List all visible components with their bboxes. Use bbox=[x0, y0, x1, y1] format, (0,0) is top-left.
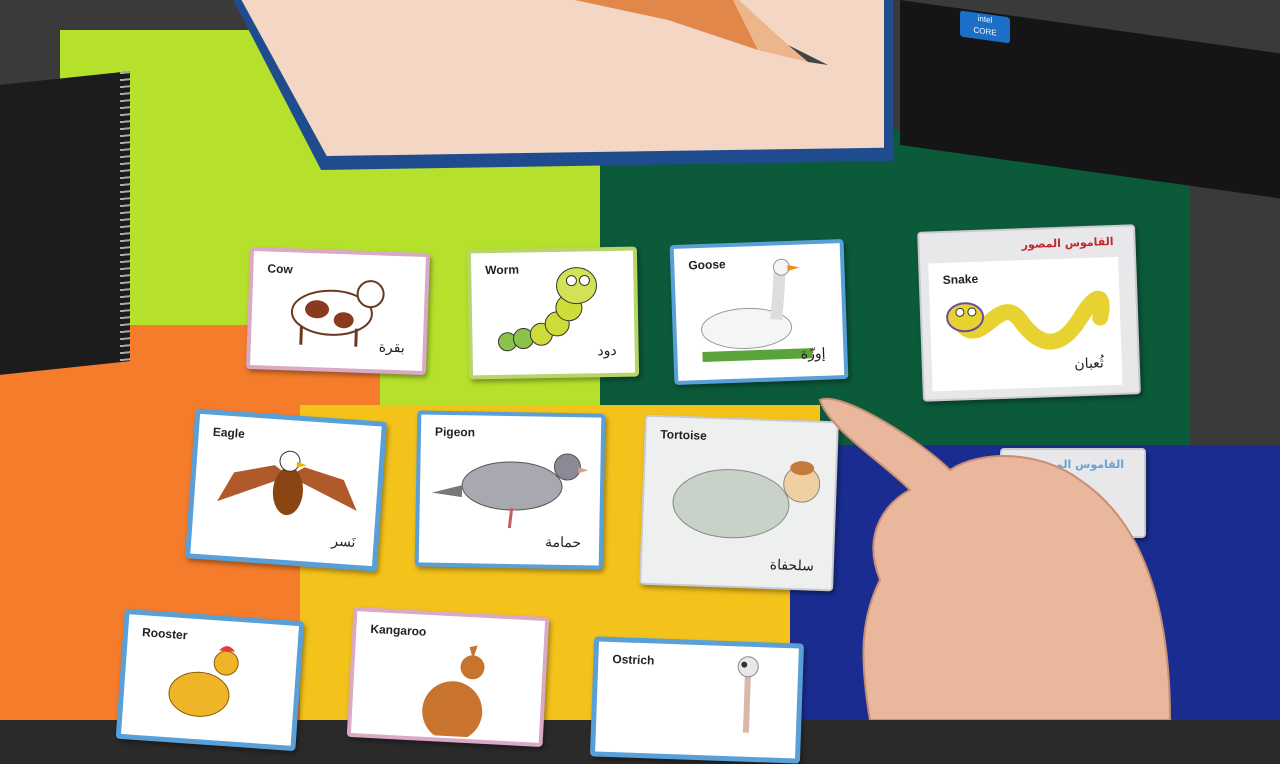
card-label-ar: إوزّة bbox=[800, 345, 826, 363]
notebook bbox=[0, 71, 130, 375]
card-label-ar: بقرة bbox=[378, 339, 406, 357]
card-label-ar: دود bbox=[597, 342, 617, 360]
card-label-ar: نَسر bbox=[330, 533, 357, 551]
card-kangaroo[interactable]: Kangaroo bbox=[346, 606, 550, 748]
pencil-icon bbox=[528, 0, 828, 65]
cow-icon bbox=[290, 280, 385, 347]
kangaroo-icon bbox=[422, 645, 485, 740]
ostrich-icon bbox=[737, 656, 759, 733]
card-label-ar: ثُعبان bbox=[1074, 355, 1105, 373]
card-snake[interactable]: القاموس المصور Snake ثُعبان bbox=[917, 224, 1141, 402]
card-eagle[interactable]: Eagle نَسر bbox=[185, 408, 387, 572]
intel-badge: intel CORE bbox=[960, 10, 1010, 44]
card-label-en: Ostrich bbox=[612, 652, 655, 668]
pointing-hand bbox=[818, 397, 1172, 720]
card-worm[interactable]: Worm دود bbox=[466, 246, 640, 380]
dictionary-header: القاموس المصور bbox=[1021, 235, 1114, 252]
card-cow[interactable]: Cow بقرة bbox=[245, 246, 431, 376]
card-ostrich[interactable]: Ostrich bbox=[589, 636, 805, 764]
pencil-poster bbox=[228, 0, 893, 170]
pigeon-icon bbox=[431, 453, 589, 529]
card-goose[interactable]: Goose إوزّة bbox=[669, 239, 849, 385]
card-label-ar: حمامة bbox=[544, 534, 582, 552]
card-pigeon[interactable]: Pigeon حمامة bbox=[414, 410, 606, 570]
snake-icon bbox=[946, 290, 1110, 350]
rooster-icon bbox=[168, 646, 239, 717]
notebook-spiral bbox=[120, 71, 130, 363]
card-rooster[interactable]: Rooster bbox=[115, 608, 305, 752]
